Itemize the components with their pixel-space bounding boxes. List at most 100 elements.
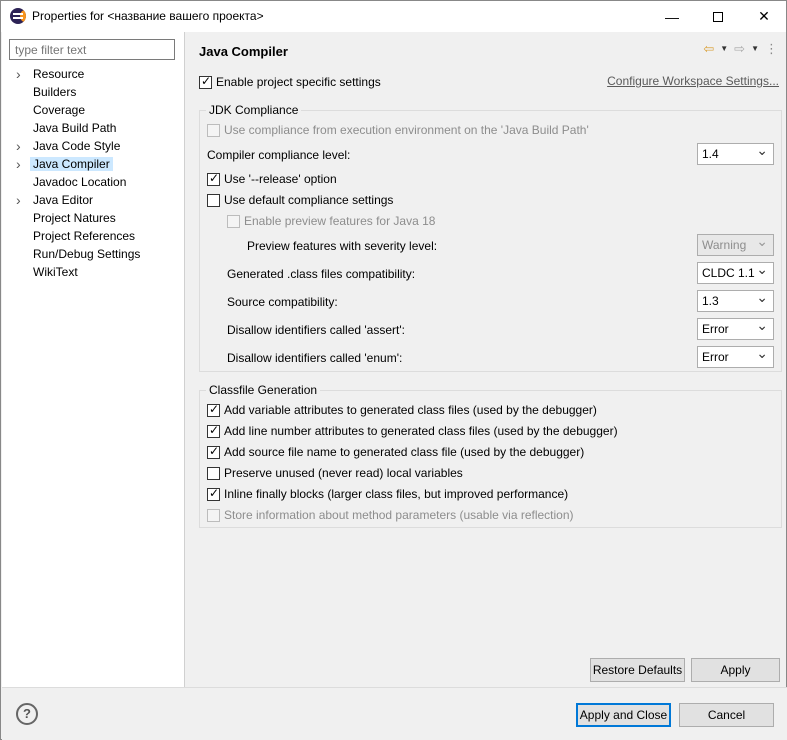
enum-label: Disallow identifiers called 'enum': [227, 351, 403, 365]
tree-item-label: Java Build Path [33, 121, 117, 135]
minimize-button[interactable]: — [649, 1, 695, 32]
classfile-generation-title: Classfile Generation [206, 383, 321, 397]
maximize-button[interactable] [695, 1, 741, 32]
restore-defaults-button[interactable]: Restore Defaults [590, 658, 685, 682]
use-default-compliance-label: Use default compliance settings [224, 193, 394, 207]
enable-preview-checkbox[interactable] [227, 214, 240, 228]
tree-item-label: Project Natures [33, 211, 116, 225]
enable-project-specific-label: Enable project specific settings [216, 75, 381, 89]
assert-label: Disallow identifiers called 'assert': [227, 323, 405, 337]
compliance-level-label: Compiler compliance level: [207, 148, 351, 162]
tree-item[interactable]: WikiText [2, 263, 185, 281]
use-compliance-checkbox[interactable] [207, 123, 220, 137]
class-compat-label: Generated .class files compatibility: [227, 267, 416, 281]
enable-preview-row[interactable]: Enable preview features for Java 18 [227, 212, 435, 230]
classfile-option-checkbox[interactable] [207, 486, 220, 501]
properties-sidebar: › Resource Builders Coverage Java Build Path… [2, 32, 185, 687]
classfile-option-checkbox[interactable] [207, 402, 220, 417]
class-compat-select[interactable]: CLDC 1.1 [697, 262, 774, 284]
expand-chevron-icon[interactable]: › [16, 137, 26, 155]
classfile-option-row[interactable]: Store information about method parameter… [207, 506, 574, 524]
classfile-option-label: Preserve unused (never read) local varia… [224, 466, 463, 480]
classfile-option-row[interactable]: Add source file name to generated class … [207, 443, 584, 461]
back-dropdown-icon[interactable]: ▼ [720, 41, 728, 57]
classfile-option-label: Add source file name to generated class … [224, 445, 585, 459]
java-compiler-page: Java Compiler ⇦ ▼ ⇨ ▼ ⋮ Enable project s… [186, 32, 786, 687]
view-menu-icon[interactable]: ⋮ [765, 41, 778, 57]
title-bar: Properties for <название вашего проекта>… [1, 1, 786, 32]
help-icon[interactable]: ? [16, 703, 38, 725]
classfile-option-label: Add variable attributes to generated cla… [224, 403, 597, 417]
classfile-option-row[interactable]: Add line number attributes to generated … [207, 422, 618, 440]
page-title: Java Compiler [199, 44, 288, 59]
expand-chevron-icon[interactable]: › [16, 65, 26, 83]
classfile-option-checkbox[interactable] [207, 508, 220, 522]
tree-item[interactable]: Project Natures [2, 209, 185, 227]
classfile-option-checkbox[interactable] [207, 466, 220, 480]
classfile-option-label: Add line number attributes to generated … [224, 424, 618, 438]
back-arrow-icon[interactable]: ⇦ [703, 41, 714, 57]
apply-and-close-button[interactable]: Apply and Close [576, 703, 671, 727]
tree-item-label: WikiText [33, 265, 78, 279]
tree-item[interactable]: › Java Code Style [2, 137, 185, 155]
use-release-row[interactable]: Use '--release' option [207, 170, 337, 188]
enum-select[interactable]: Error [697, 346, 774, 368]
tree-item-label: Run/Debug Settings [33, 247, 141, 261]
use-release-label: Use '--release' option [224, 172, 337, 186]
preview-severity-select[interactable]: Warning [697, 234, 774, 256]
compliance-level-select[interactable]: 1.4 [697, 143, 774, 165]
tree-item-label: Java Editor [33, 193, 94, 207]
filter-input[interactable] [9, 39, 175, 60]
tree-item-label: Javadoc Location [33, 175, 127, 189]
tree-item-label: Project References [33, 229, 136, 243]
forward-dropdown-icon[interactable]: ▼ [751, 41, 759, 57]
cancel-button[interactable]: Cancel [679, 703, 774, 727]
classfile-option-row[interactable]: Add variable attributes to generated cla… [207, 401, 597, 419]
use-compliance-label: Use compliance from execution environmen… [224, 123, 589, 137]
use-compliance-row[interactable]: Use compliance from execution environmen… [207, 121, 589, 139]
tree-item[interactable]: Javadoc Location [2, 173, 185, 191]
tree-item[interactable]: › Resource [2, 65, 185, 83]
tree-item-label: Java Code Style [33, 139, 121, 153]
source-compat-label: Source compatibility: [227, 295, 338, 309]
eclipse-icon [10, 8, 26, 24]
nav-toolbar: ⇦ ▼ ⇨ ▼ ⋮ [703, 41, 778, 57]
properties-dialog: Properties for <название вашего проекта>… [0, 0, 787, 740]
preview-severity-label: Preview features with severity level: [247, 239, 438, 253]
jdk-compliance-title: JDK Compliance [206, 103, 302, 117]
close-button[interactable]: ✕ [741, 1, 787, 32]
use-release-checkbox[interactable] [207, 171, 220, 186]
classfile-option-row[interactable]: Preserve unused (never read) local varia… [207, 464, 463, 482]
tree-item[interactable]: Project References [2, 227, 185, 245]
apply-button[interactable]: Apply [691, 658, 780, 682]
classfile-option-label: Inline finally blocks (larger class file… [224, 487, 569, 501]
source-compat-select[interactable]: 1.3 [697, 290, 774, 312]
classfile-option-checkbox[interactable] [207, 444, 220, 459]
properties-tree: › Resource Builders Coverage Java Build Path… [2, 65, 185, 281]
tree-item[interactable]: Java Build Path [2, 119, 185, 137]
enable-preview-label: Enable preview features for Java 18 [244, 214, 436, 228]
classfile-option-checkbox[interactable] [207, 423, 220, 438]
assert-select[interactable]: Error [697, 318, 774, 340]
tree-item[interactable]: Coverage [2, 101, 185, 119]
expand-chevron-icon[interactable]: › [16, 155, 26, 173]
classfile-option-row[interactable]: Inline finally blocks (larger class file… [207, 485, 568, 503]
tree-item-label: Builders [33, 85, 77, 99]
enable-project-specific-row[interactable]: Enable project specific settings [199, 73, 381, 91]
tree-item-label: Resource [33, 67, 85, 81]
tree-item[interactable]: Builders [2, 83, 185, 101]
forward-arrow-icon[interactable]: ⇨ [734, 41, 745, 57]
use-default-compliance-checkbox[interactable] [207, 193, 220, 207]
tree-item[interactable]: › Java Editor [2, 191, 185, 209]
tree-item[interactable]: › Java Compiler [2, 155, 185, 173]
maximize-icon [713, 11, 723, 22]
tree-item[interactable]: Run/Debug Settings [2, 245, 185, 263]
configure-workspace-link[interactable]: Configure Workspace Settings... [607, 74, 779, 88]
classfile-option-label: Store information about method parameter… [224, 508, 574, 522]
window-title: Properties for <название вашего проекта> [32, 9, 264, 23]
dialog-button-bar: ? Apply and Close Cancel [2, 687, 787, 740]
expand-chevron-icon[interactable]: › [16, 191, 26, 209]
tree-item-label: Coverage [33, 103, 86, 117]
enable-project-specific-checkbox[interactable] [199, 74, 212, 89]
use-default-compliance-row[interactable]: Use default compliance settings [207, 191, 393, 209]
